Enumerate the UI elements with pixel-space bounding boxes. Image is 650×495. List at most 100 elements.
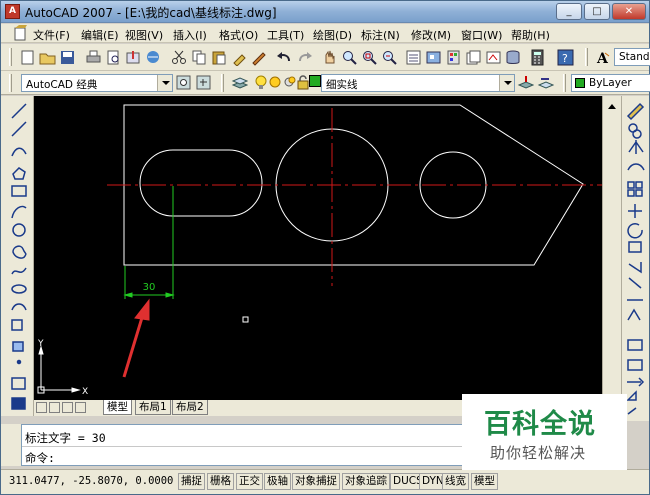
standard-toolbar: ? A Stand [1,44,650,71]
markup-set-icon[interactable] [485,49,502,66]
chevron-down-icon[interactable] [499,75,514,91]
command-prompt[interactable]: 命令: [25,450,55,466]
ortho-toggle[interactable]: 正交 [236,473,263,490]
document-icon[interactable] [13,25,29,41]
layer-combo[interactable]: 细实线 [321,74,515,92]
layers-toolbar: AutoCAD 经典 细实线 ByLayer [1,71,650,95]
coordinates-display[interactable]: 311.0477, -25.8070, 0.0000 [9,475,173,487]
dimension-text[interactable]: 30 [143,282,156,293]
open-file-icon[interactable] [39,49,56,66]
copy-icon[interactable] [191,49,208,66]
workspace-settings-icon[interactable] [175,74,192,91]
color-swatch [575,78,585,88]
watermark-tagline: 助你轻松解决 [490,444,587,462]
ucs-x-arrow [71,387,81,393]
lineweight-toggle[interactable]: 线宽 [442,473,469,490]
draw-toolbar [1,96,34,416]
title-bar: A AutoCAD 2007 - [E:\我的cad\基线标注.dwg] _ □… [1,1,649,23]
ucs-y-label: Y [37,339,44,349]
plot-icon[interactable] [145,49,162,66]
watermark-brand: 百科全说 [484,409,596,440]
menu-help[interactable]: 帮助(H) [511,27,550,43]
otrack-toggle[interactable]: 对象追踪 [342,473,390,490]
menu-file[interactable]: 文件(F) [33,27,70,43]
menu-view[interactable]: 视图(V) [125,27,163,43]
zoom-previous-icon[interactable] [381,49,398,66]
undo-icon[interactable] [275,49,292,66]
menu-bar: 文件(F) 编辑(E) 视图(V) 插入(I) 格式(O) 工具(T) 绘图(D… [1,24,649,43]
dimension-arrow-right [165,292,175,298]
grid-toggle[interactable]: 栅格 [207,473,234,490]
workspace-save-icon[interactable] [195,74,212,91]
match-properties-icon[interactable] [231,49,248,67]
menu-tools[interactable]: 工具(T) [267,27,304,43]
text-style-value: Stand [619,51,650,63]
color-value: ByLayer [589,77,632,89]
pan-icon[interactable] [321,49,338,66]
tab-model[interactable]: 模型 [103,400,132,415]
properties-icon[interactable] [405,49,422,66]
tab-previous-icon[interactable] [49,402,60,413]
toolbar-grip [221,74,224,92]
save-icon[interactable] [59,49,76,66]
menu-modify[interactable]: 修改(M) [411,27,451,43]
tab-first-icon[interactable] [36,402,47,413]
tab-last-icon[interactable] [75,402,86,413]
menu-draw[interactable]: 绘图(D) [313,27,352,43]
design-center-icon[interactable] [425,49,442,66]
snap-toggle[interactable]: 捕捉 [178,473,205,490]
text-style-icon[interactable]: A [595,49,612,67]
dbconnect-icon[interactable] [505,49,522,66]
publish-icon[interactable] [125,49,142,66]
tab-layout1[interactable]: 布局1 [135,400,171,415]
cut-icon[interactable] [171,49,188,66]
tab-next-icon[interactable] [62,402,73,413]
make-current-layer-icon[interactable] [517,74,535,91]
text-style-combo[interactable]: Stand [614,48,650,66]
menu-dimension[interactable]: 标注(N) [361,27,400,43]
watermark-logo: 百科全说 助你轻松解决 [462,394,627,470]
layer-previous-icon[interactable] [537,74,555,91]
drawing-canvas[interactable]: 30 Y X [34,96,602,400]
new-file-icon[interactable] [19,49,36,66]
layer-manager-icon[interactable] [231,74,249,91]
redo-icon[interactable] [297,49,314,66]
maximize-button[interactable]: □ [584,3,610,20]
svg-text:A: A [596,51,609,66]
block-editor-icon[interactable] [251,49,268,66]
tool-palettes-icon[interactable] [445,49,462,66]
polar-toggle[interactable]: 极轴 [264,473,291,490]
print-icon[interactable] [85,49,102,66]
chevron-down-icon[interactable] [157,75,172,91]
paste-icon[interactable] [211,49,228,66]
zoom-realtime-icon[interactable] [341,49,358,66]
command-window-grip[interactable] [1,424,21,466]
scroll-up-icon[interactable] [608,104,616,109]
menu-edit[interactable]: 编辑(E) [81,27,119,43]
toolbar-grip [563,74,566,92]
close-button[interactable]: ✕ [612,3,646,20]
calculator-icon[interactable] [529,49,546,66]
svg-text:?: ? [562,52,568,65]
help-icon[interactable]: ? [557,49,574,66]
color-combo[interactable]: ByLayer [571,74,650,92]
autocad-app-icon: A [5,4,20,19]
modify-tools-strip [626,102,645,415]
zoom-window-icon[interactable] [361,49,378,66]
menu-insert[interactable]: 插入(I) [173,27,207,43]
slot-outline [139,149,263,217]
autocad-window: A AutoCAD 2007 - [E:\我的cad\基线标注.dwg] _ □… [0,0,650,495]
model-toggle[interactable]: 模型 [471,473,498,490]
menu-format[interactable]: 格式(O) [219,27,258,43]
osnap-toggle[interactable]: 对象捕捉 [292,473,340,490]
workspace-combo[interactable]: AutoCAD 经典 [21,74,173,92]
menu-window[interactable]: 窗口(W) [461,27,502,43]
tab-layout2[interactable]: 布局2 [172,400,208,415]
status-bar: 311.0477, -25.8070, 0.0000 捕捉 栅格 正交 极轴 对… [1,469,649,494]
window-title: AutoCAD 2007 - [E:\我的cad\基线标注.dwg] [25,6,277,20]
print-preview-icon[interactable] [105,49,122,66]
sheet-set-icon[interactable] [465,49,482,66]
annotation-arrow-shaft [122,310,146,378]
vertical-scrollbar[interactable] [602,96,621,416]
minimize-button[interactable]: _ [556,3,582,20]
